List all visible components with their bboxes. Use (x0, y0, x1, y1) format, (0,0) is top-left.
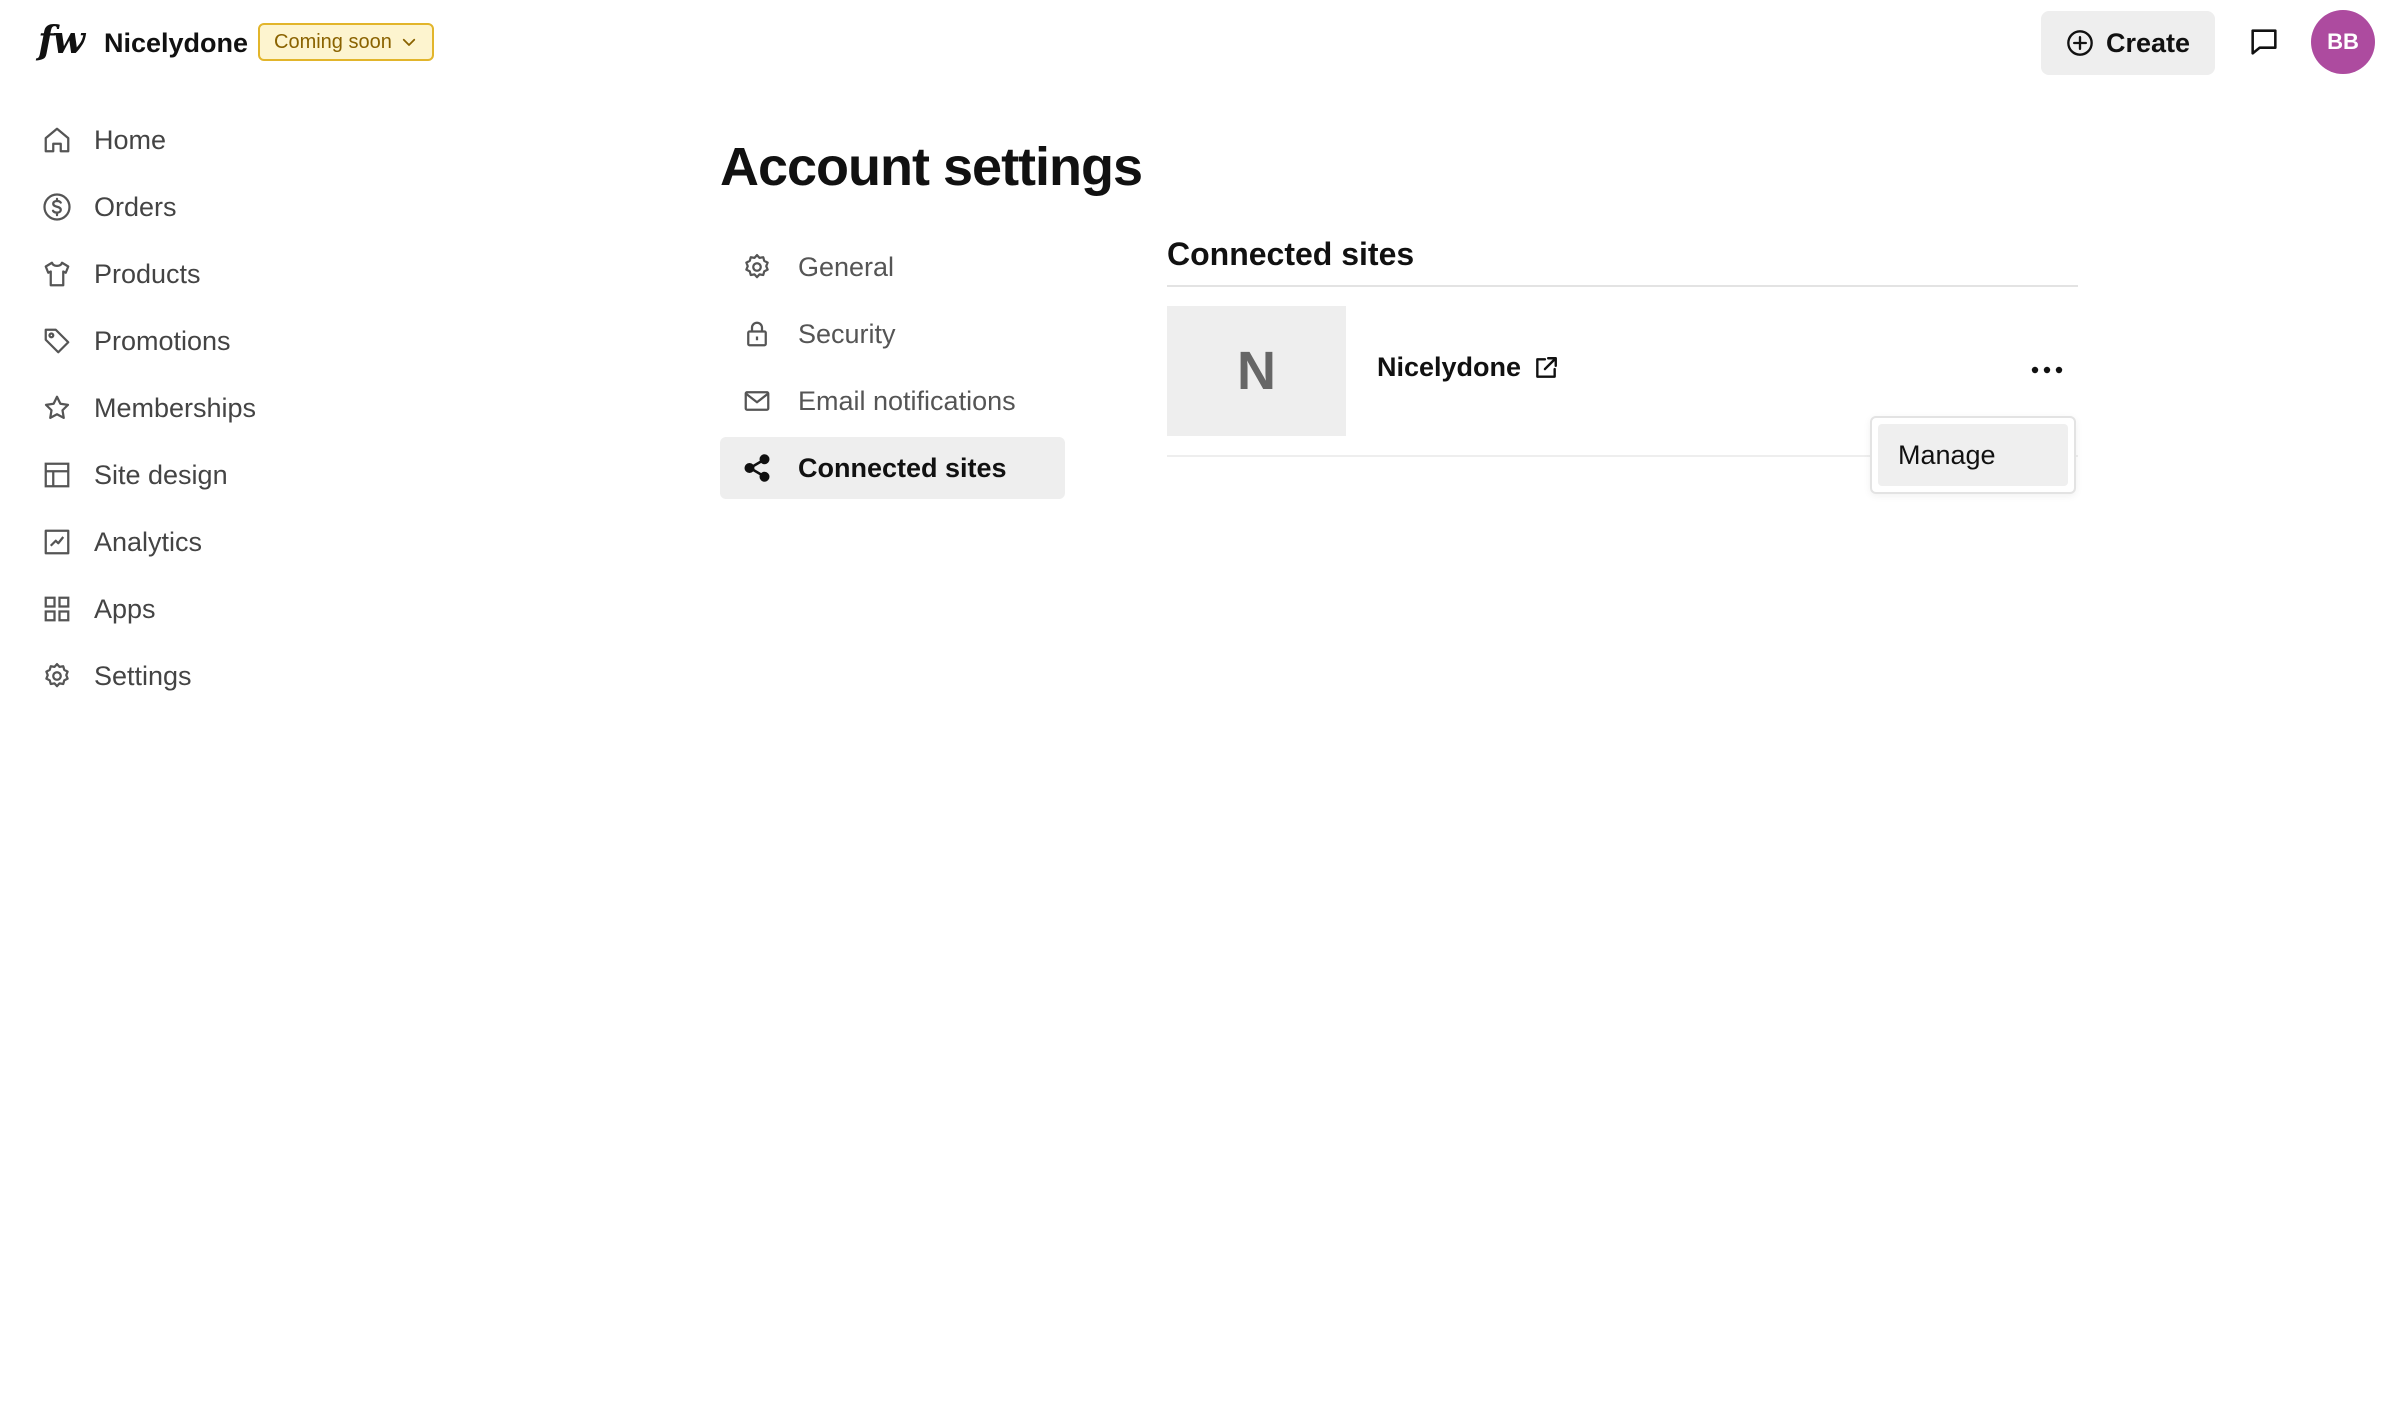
messages-button[interactable] (2244, 22, 2284, 62)
fw-logo[interactable]: fw (38, 18, 85, 62)
section-divider (1167, 285, 2078, 287)
page-title: Account settings (720, 137, 1143, 197)
dollar-circle-icon (30, 181, 84, 233)
tag-icon (30, 315, 84, 367)
sidebar-item-promotions[interactable]: Promotions (30, 315, 370, 367)
home-icon (30, 114, 84, 166)
sidebar-item-label: Products (94, 258, 201, 289)
settings-nav-general[interactable]: General (720, 236, 1065, 298)
ellipsis-icon (2030, 365, 2064, 375)
sidebar-item-label: Memberships (94, 392, 257, 423)
create-button[interactable]: Create (2041, 11, 2215, 75)
lock-icon (742, 319, 772, 349)
chat-bubble-icon (2247, 25, 2281, 59)
layout-icon (30, 449, 84, 501)
shirt-icon (30, 248, 84, 300)
sidebar-item-label: Apps (94, 593, 156, 624)
more-options-button[interactable] (2025, 348, 2069, 392)
settings-nav-label: Email notifications (798, 385, 1016, 416)
sidebar-item-label: Orders (94, 191, 177, 222)
settings-nav-connected-sites[interactable]: Connected sites (720, 437, 1065, 499)
sidebar-item-label: Settings (94, 660, 192, 691)
sidebar-item-home[interactable]: Home (30, 114, 370, 166)
top-bar: fw Nicelydone Coming soon Create BB (0, 0, 2400, 86)
chart-icon (30, 516, 84, 568)
sidebar-item-apps[interactable]: Apps (30, 583, 370, 635)
settings-nav-label: General (798, 251, 895, 282)
site-link[interactable]: Nicelydone (1377, 352, 1559, 383)
sidebar-item-products[interactable]: Products (30, 248, 370, 300)
avatar[interactable]: BB (2311, 10, 2375, 74)
settings-nav-email-notifications[interactable]: Email notifications (720, 370, 1065, 432)
store-name[interactable]: Nicelydone (104, 25, 248, 61)
sidebar-item-analytics[interactable]: Analytics (30, 516, 370, 568)
store-status-label: Coming soon (274, 30, 392, 53)
sidebar-item-memberships[interactable]: Memberships (30, 382, 370, 434)
grid-icon (30, 583, 84, 635)
create-button-label: Create (2105, 27, 2191, 58)
section-title: Connected sites (1167, 236, 1415, 272)
sidebar-item-settings[interactable]: Settings (30, 650, 370, 702)
star-icon (30, 382, 84, 434)
site-thumbnail: N (1167, 306, 1346, 436)
site-name: Nicelydone (1377, 352, 1522, 382)
sidebar-item-orders[interactable]: Orders (30, 181, 370, 233)
sidebar-item-label: Site design (94, 459, 228, 490)
share-icon (742, 453, 772, 483)
plus-circle-icon (2066, 29, 2094, 57)
settings-nav-label: Security (798, 318, 896, 349)
external-link-icon (1533, 355, 1559, 381)
settings-nav-security[interactable]: Security (720, 303, 1065, 365)
manage-menu-item[interactable]: Manage (1878, 424, 2068, 486)
gear-icon (742, 252, 772, 282)
chevron-down-icon (400, 33, 418, 51)
mail-icon (742, 386, 772, 416)
site-options-menu: Manage (1870, 416, 2076, 494)
settings-nav-label: Connected sites (798, 452, 1007, 483)
gear-icon (30, 650, 84, 702)
sidebar-item-label: Analytics (94, 526, 203, 557)
sidebar-item-label: Promotions (94, 325, 231, 356)
sidebar-item-site-design[interactable]: Site design (30, 449, 370, 501)
sidebar-item-label: Home (94, 124, 167, 155)
store-status-dropdown[interactable]: Coming soon (258, 23, 434, 61)
